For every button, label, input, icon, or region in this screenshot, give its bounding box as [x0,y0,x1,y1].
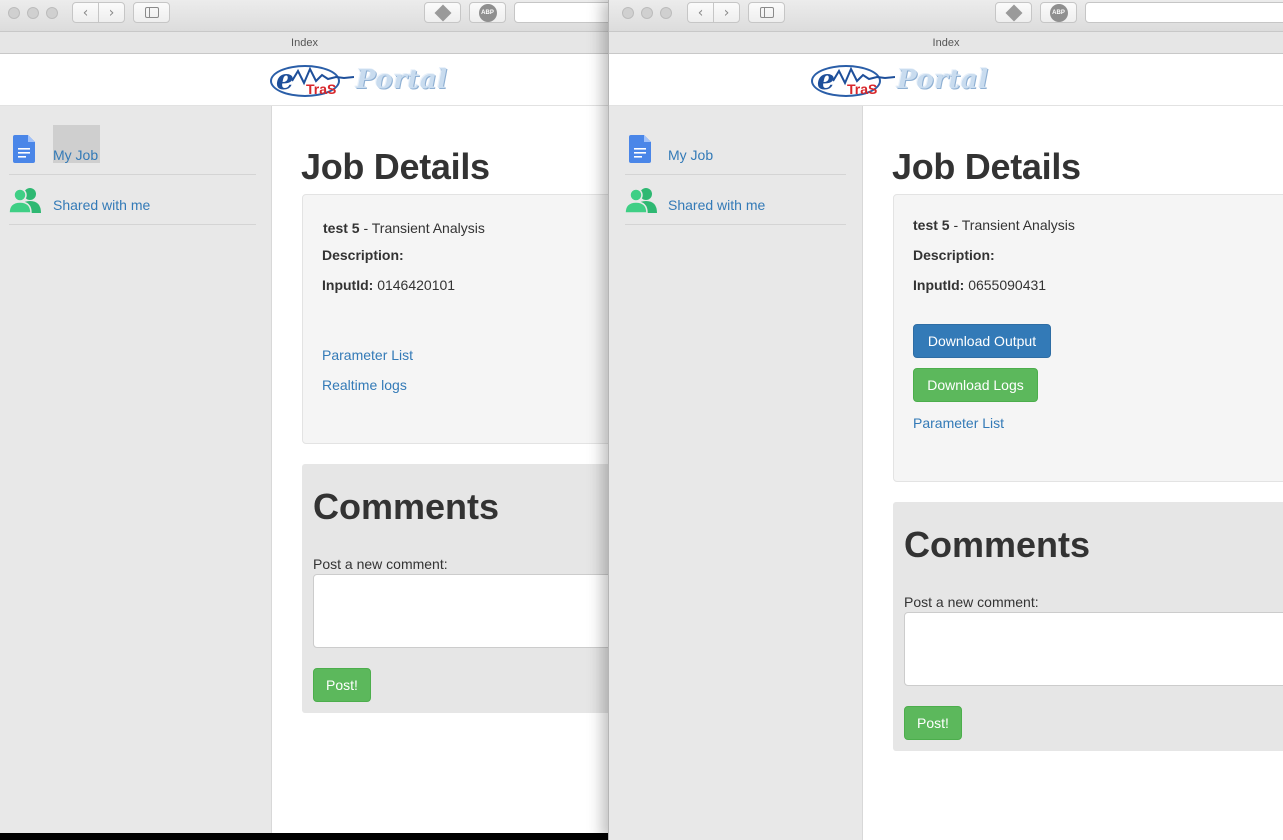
sidebar-item-label: Shared with me [53,197,151,213]
comment-label: Post a new comment: [313,556,448,572]
extension-button[interactable] [424,2,461,23]
comment-label: Post a new comment: [904,594,1039,610]
back-icon[interactable]: ‹ [688,3,713,22]
tab-bar: Index [0,32,609,54]
logo-mark: e TraS [270,61,354,99]
input-id-value: 0655090431 [964,277,1047,293]
realtime-logs-link[interactable]: Realtime logs [322,377,407,393]
sidebar-item-my-job[interactable]: My Job [9,125,256,175]
input-id-value: 0146420101 [373,277,456,293]
input-id-label: InputId: [913,277,965,293]
sidebar: My Job Shared with me [0,106,272,833]
extension-button[interactable] [995,2,1032,23]
comments-title: Comments [904,524,1091,565]
extension-icon [1005,4,1022,21]
address-bar[interactable] [1085,2,1283,23]
description-label: Description: [322,247,404,263]
input-id-label: InputId: [322,277,374,293]
logo-tras: TraS [306,81,337,97]
site-header: e TraS Portal [609,54,1283,106]
input-id-row: InputId: 0146420101 [322,277,455,293]
sidebar: My Job Shared with me [609,106,863,840]
sidebar-item-my-job[interactable]: My Job [625,125,846,175]
browser-window-left: ‹ › ABP Index e TraS Portal My Job Share… [0,0,609,833]
logo-mark: e TraS [811,61,895,99]
job-details-panel: test 5 - Transient Analysis Description:… [893,194,1283,482]
main-content: Job Details test 5 - Transient Analysis … [863,106,1283,840]
job-type: - Transient Analysis [359,220,485,236]
job-name: test 5 [913,217,950,233]
page-title: Job Details [301,146,490,187]
adblock-icon: ABP [478,3,497,22]
sidebar-item-shared[interactable]: Shared with me [9,175,256,225]
post-comment-button[interactable]: Post! [313,668,371,702]
sidebar-toggle-button[interactable] [133,2,170,23]
job-type: - Transient Analysis [949,217,1075,233]
download-output-button[interactable]: Download Output [913,324,1051,358]
adblock-button[interactable]: ABP [469,2,506,23]
logo-portal: Portal [897,65,989,95]
post-comment-button[interactable]: Post! [904,706,962,740]
comments-panel: Comments Post a new comment: Post! [302,464,609,713]
description-row: Description: [322,247,404,263]
site-logo[interactable]: e TraS Portal [811,60,989,100]
site-logo[interactable]: e TraS Portal [270,60,448,100]
input-id-row: InputId: 0655090431 [913,277,1046,293]
description-label: Description: [913,247,995,263]
main-content: Job Details test 5 - Transient Analysis … [272,106,609,833]
adblock-button[interactable]: ABP [1040,2,1077,23]
download-logs-button[interactable]: Download Logs [913,368,1038,402]
tab-title[interactable]: Index [933,37,960,49]
users-icon [625,188,657,213]
forward-icon[interactable]: › [713,3,739,22]
back-icon[interactable]: ‹ [73,3,98,22]
close-window-button[interactable] [622,7,634,19]
users-icon [9,188,41,213]
sidebar-item-shared[interactable]: Shared with me [625,175,846,225]
sidebar-item-label: My Job [668,147,714,163]
adblock-icon: ABP [1049,3,1068,22]
site-header: e TraS Portal [0,54,609,106]
comment-textarea[interactable] [313,574,609,648]
browser-toolbar: ‹ › ABP [0,0,609,32]
parameter-list-link[interactable]: Parameter List [322,347,413,363]
sidebar-item-label: Shared with me [668,197,766,213]
history-nav: ‹ › [687,2,740,23]
browser-window-right: ‹ › ABP Index e TraS Portal My Job Share… [608,0,1283,840]
job-name: test 5 [323,220,360,236]
document-icon [629,135,651,163]
browser-toolbar: ‹ › ABP [609,0,1283,32]
zoom-window-button[interactable] [46,7,58,19]
comments-panel: Comments Post a new comment: Post! [893,502,1283,751]
extension-icon [434,4,451,21]
sidebar-item-label: My Job [53,125,100,163]
zoom-window-button[interactable] [660,7,672,19]
minimize-window-button[interactable] [27,7,39,19]
logo-portal: Portal [356,65,448,95]
comments-title: Comments [313,486,500,527]
tab-title[interactable]: Index [291,37,318,49]
address-bar[interactable] [514,2,609,23]
sidebar-icon [144,7,159,18]
history-nav: ‹ › [72,2,125,23]
forward-icon[interactable]: › [98,3,124,22]
minimize-window-button[interactable] [641,7,653,19]
logo-tras: TraS [847,81,878,97]
close-window-button[interactable] [8,7,20,19]
job-summary: test 5 - Transient Analysis [323,220,485,236]
comment-textarea[interactable] [904,612,1283,686]
sidebar-icon [759,7,774,18]
document-icon [13,135,35,163]
job-details-panel: test 5 - Transient Analysis Description:… [302,194,609,444]
parameter-list-link[interactable]: Parameter List [913,415,1004,431]
description-row: Description: [913,247,995,263]
page-title: Job Details [892,146,1081,187]
tab-bar: Index [609,32,1283,54]
job-summary: test 5 - Transient Analysis [913,217,1075,233]
sidebar-toggle-button[interactable] [748,2,785,23]
